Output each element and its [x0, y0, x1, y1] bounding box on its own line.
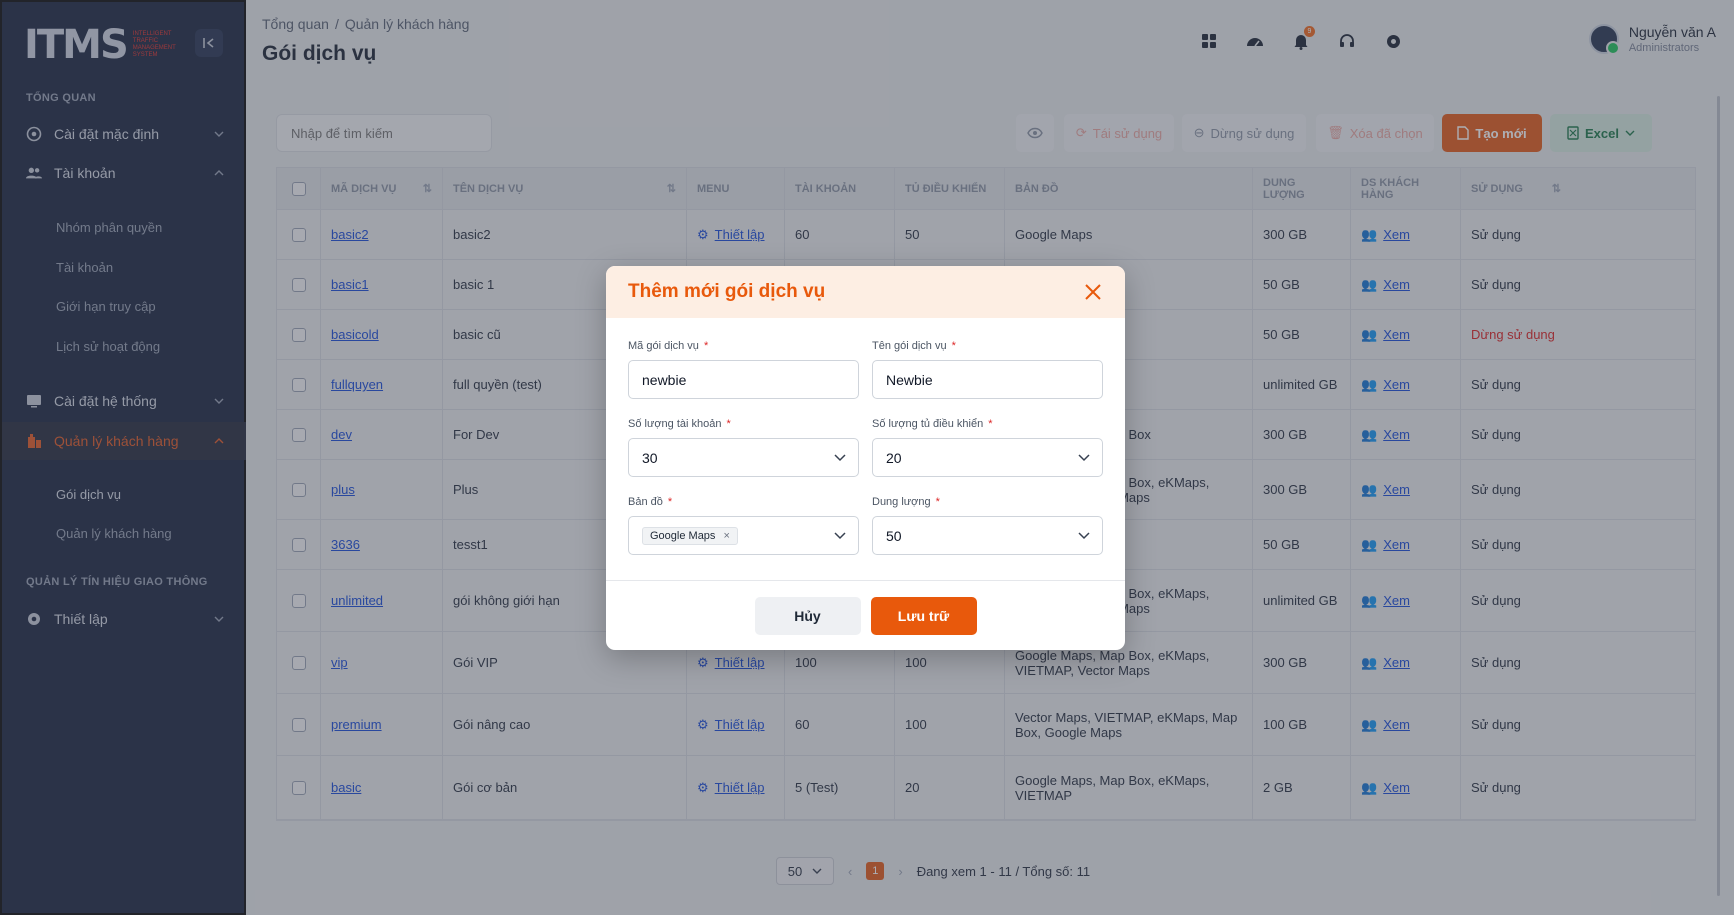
account-count-field: Số lượng tài khoản * 30 — [628, 418, 859, 477]
controller-count-label: Số lượng tủ điều khiển * — [872, 418, 1103, 430]
chevron-down-icon — [834, 454, 846, 462]
service-name-value: Newbie — [886, 371, 933, 388]
service-name-field: Tên gói dịch vụ * Newbie — [872, 340, 1103, 399]
service-code-input[interactable]: newbie — [628, 360, 859, 399]
modal-title: Thêm mới gói dịch vụ — [628, 281, 826, 302]
tag-remove-icon[interactable]: × — [723, 530, 729, 542]
cancel-button[interactable]: Hủy — [754, 596, 861, 635]
capacity-field: Dung lượng * 50 — [872, 496, 1103, 555]
capacity-select[interactable]: 50 — [872, 516, 1103, 555]
modal-footer: Hủy Lưu trữ — [606, 580, 1125, 650]
service-name-label: Tên gói dịch vụ * — [872, 340, 1103, 352]
required-mark: * — [988, 418, 993, 430]
chevron-down-icon — [1078, 532, 1090, 540]
chevron-down-icon — [834, 532, 846, 540]
map-multiselect[interactable]: Google Maps × — [628, 516, 859, 555]
map-label-text: Bản đồ — [628, 496, 663, 508]
account-count-value: 30 — [642, 449, 658, 466]
account-count-label-text: Số lượng tài khoản — [628, 418, 722, 430]
map-label: Bản đồ * — [628, 496, 859, 508]
service-code-label: Mã gói dịch vụ * — [628, 340, 859, 352]
service-name-input[interactable]: Newbie — [872, 360, 1103, 399]
required-mark: * — [703, 340, 709, 352]
save-button[interactable]: Lưu trữ — [870, 596, 977, 635]
account-count-select[interactable]: 30 — [628, 438, 859, 477]
map-field: Bản đồ * Google Maps × — [628, 496, 859, 555]
chevron-down-icon — [1078, 454, 1090, 462]
controller-count-select[interactable]: 20 — [872, 438, 1103, 477]
required-mark: * — [951, 340, 956, 352]
required-mark: * — [726, 418, 731, 430]
controller-count-field: Số lượng tủ điều khiển * 20 — [872, 418, 1103, 477]
controller-count-value: 20 — [886, 449, 902, 466]
account-count-label: Số lượng tài khoản * — [628, 418, 859, 430]
service-code-value: newbie — [642, 371, 687, 388]
map-tag: Google Maps × — [642, 526, 738, 545]
capacity-value: 50 — [886, 527, 902, 544]
close-icon[interactable] — [1083, 282, 1103, 302]
service-name-label-text: Tên gói dịch vụ — [872, 340, 947, 352]
controller-count-label-text: Số lượng tủ điều khiển — [872, 418, 984, 430]
capacity-label: Dung lượng * — [872, 496, 1103, 508]
modal-header: Thêm mới gói dịch vụ — [606, 266, 1125, 318]
add-service-package-modal: Thêm mới gói dịch vụ Mã gói dịch vụ * new… — [606, 266, 1125, 650]
map-tag-label: Google Maps — [650, 529, 716, 542]
capacity-label-text: Dung lượng — [872, 496, 931, 508]
service-code-label-text: Mã gói dịch vụ — [628, 340, 699, 352]
service-code-field: Mã gói dịch vụ * newbie — [628, 340, 859, 399]
required-mark: * — [935, 496, 940, 508]
required-mark: * — [667, 496, 673, 508]
